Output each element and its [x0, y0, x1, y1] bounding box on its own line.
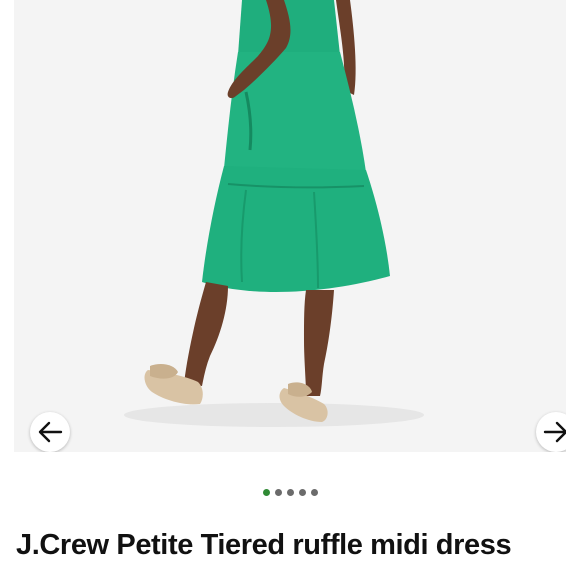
- product-title: J.Crew Petite Tiered ruffle midi dress: [16, 527, 576, 563]
- pagination-dot[interactable]: [298, 488, 306, 496]
- arrow-right-icon: [543, 421, 566, 443]
- product-name: Petite Tiered ruffle midi dress: [116, 529, 512, 561]
- pagination-dot[interactable]: [286, 488, 294, 496]
- brand-name: J.Crew: [16, 529, 109, 561]
- pagination-dot[interactable]: [274, 488, 282, 496]
- arrow-left-icon: [38, 421, 63, 443]
- pagination-dot[interactable]: [262, 488, 270, 496]
- pagination-dot[interactable]: [310, 488, 318, 496]
- product-image: [14, 0, 566, 452]
- previous-image-button[interactable]: [30, 412, 70, 452]
- carousel-pagination: [0, 486, 580, 498]
- product-image-carousel[interactable]: [14, 0, 566, 452]
